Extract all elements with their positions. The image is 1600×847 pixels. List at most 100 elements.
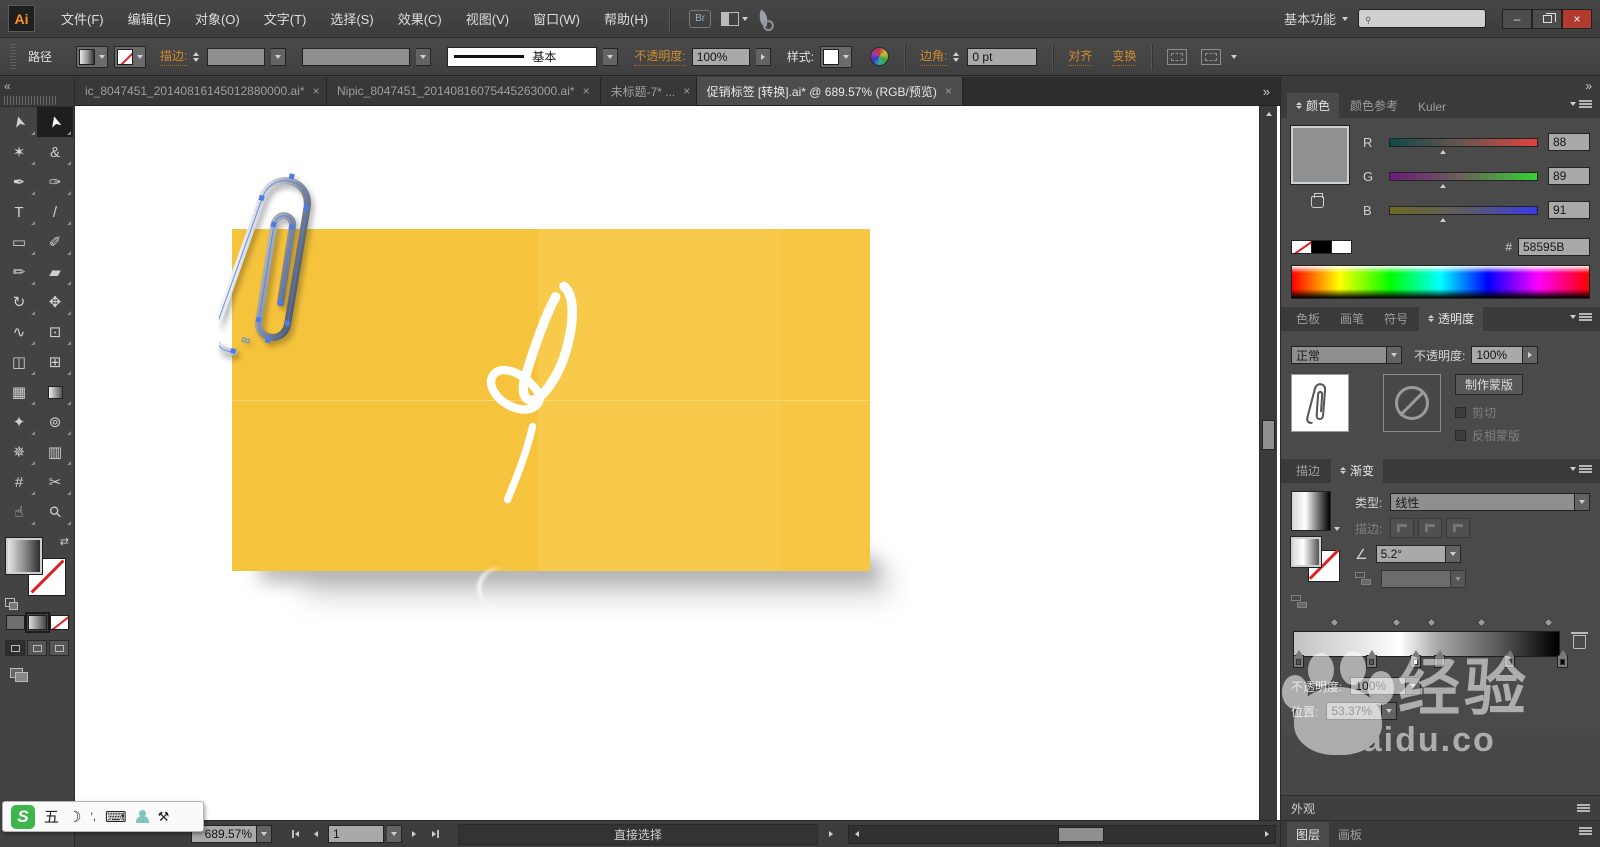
- gradient-midpoint[interactable]: [1329, 617, 1340, 628]
- menu-object[interactable]: 对象(O): [183, 0, 252, 37]
- red-slider[interactable]: [1389, 137, 1538, 154]
- mask-thumbnail-disabled[interactable]: [1383, 374, 1441, 432]
- punctuation-icon[interactable]: ’,: [90, 811, 96, 823]
- collapse-toolbar-icon[interactable]: «: [4, 79, 11, 93]
- isolate-selected-icon[interactable]: [1167, 48, 1188, 65]
- horizontal-scrollbar[interactable]: [848, 824, 1276, 844]
- gradient-stop[interactable]: [1556, 650, 1568, 668]
- white-swatch[interactable]: [1331, 240, 1352, 254]
- blend-mode-dd[interactable]: [1387, 346, 1402, 364]
- paperclip-artwork-selected[interactable]: ∞: [211, 148, 339, 386]
- sogou-logo[interactable]: S: [11, 804, 35, 829]
- gradient-stop[interactable]: [1366, 650, 1378, 668]
- none-swatch[interactable]: [1291, 240, 1312, 254]
- clip-checkbox[interactable]: [1455, 407, 1466, 418]
- reverse-gradient-icon[interactable]: [1291, 595, 1309, 609]
- tab-swatches[interactable]: 色板: [1287, 306, 1329, 331]
- tab-kuler[interactable]: Kuler: [1409, 96, 1455, 118]
- black-swatch[interactable]: [1311, 240, 1332, 254]
- line-segment-tool[interactable]: /: [37, 197, 73, 227]
- gradient-stop[interactable]: [1433, 650, 1445, 668]
- panel-menu-button[interactable]: [1579, 827, 1592, 835]
- artboard-number-field[interactable]: 1: [328, 825, 384, 843]
- corner-value[interactable]: 0 pt: [967, 47, 1038, 66]
- tab-gradient[interactable]: 渐变: [1331, 458, 1384, 483]
- input-method-bar[interactable]: S 五 ☽ ’, ⌨ ⚒: [2, 801, 204, 832]
- rectangle-tool[interactable]: ▭: [1, 227, 37, 257]
- opacity-label[interactable]: 不透明度:: [634, 47, 686, 66]
- search-input[interactable]: ⌕: [1358, 9, 1486, 28]
- gradient-midpoint[interactable]: [1391, 617, 1402, 628]
- width-profile-dropdown[interactable]: [302, 47, 411, 66]
- gradient-fill-stroke-proxy[interactable]: [1290, 536, 1343, 583]
- pen-tool[interactable]: ✒: [1, 167, 37, 197]
- menu-help[interactable]: 帮助(H): [592, 0, 660, 37]
- tab-stroke[interactable]: 描边: [1287, 458, 1329, 483]
- current-color-swatch[interactable]: [1290, 125, 1350, 185]
- zoom-dd[interactable]: [257, 825, 272, 843]
- ime-mode-label[interactable]: 五: [44, 806, 59, 827]
- transform-link[interactable]: 变换: [1112, 47, 1137, 66]
- width-tool[interactable]: ∿: [1, 317, 37, 347]
- minimize-button[interactable]: –: [1502, 8, 1532, 29]
- paintbrush-tool[interactable]: ✐: [37, 227, 73, 257]
- free-transform-tool[interactable]: ⊡: [37, 317, 73, 347]
- close-icon[interactable]: ×: [583, 84, 590, 98]
- pencil-tool[interactable]: ✏: [1, 257, 37, 287]
- zoom-tool[interactable]: ⚲: [37, 497, 73, 527]
- horizontal-scroll-thumb[interactable]: [1057, 826, 1104, 842]
- document-tab-3[interactable]: 未标题-7* ... ×: [600, 77, 697, 105]
- none-button[interactable]: [49, 615, 69, 630]
- blend-tool[interactable]: ⊚: [37, 407, 73, 437]
- stop-opacity-dd[interactable]: [1406, 677, 1422, 695]
- gradient-along-stroke-button[interactable]: [1418, 518, 1443, 538]
- chevron-down-icon[interactable]: [1334, 527, 1340, 531]
- draw-behind-button[interactable]: [27, 640, 47, 656]
- arrange-documents-button[interactable]: [721, 11, 749, 26]
- restore-button[interactable]: [1532, 8, 1562, 29]
- gradient-bar[interactable]: [1293, 631, 1560, 657]
- gradient-stop-selected[interactable]: [1410, 650, 1422, 668]
- stroke-weight-label[interactable]: 描边:: [160, 47, 188, 66]
- bridge-button[interactable]: Br: [689, 9, 712, 28]
- swap-fill-stroke-icon[interactable]: ⇄: [60, 535, 69, 548]
- close-button[interactable]: ×: [1562, 8, 1592, 29]
- panel-menu-button[interactable]: [1570, 313, 1592, 321]
- angle-dd[interactable]: [1445, 545, 1461, 563]
- style-dropdown[interactable]: [820, 45, 853, 68]
- default-fill-stroke-icon[interactable]: [5, 598, 18, 610]
- panel-menu-button[interactable]: [1570, 465, 1592, 473]
- corner-stepper[interactable]: [953, 51, 960, 62]
- gradient-button[interactable]: [24, 612, 50, 633]
- close-icon[interactable]: ×: [683, 84, 690, 98]
- type-tool[interactable]: T: [1, 197, 37, 227]
- stop-position-dd[interactable]: [1382, 702, 1398, 720]
- magic-wand-tool[interactable]: ✶: [1, 137, 37, 167]
- opacity-dd[interactable]: [1523, 346, 1539, 364]
- scale-tool[interactable]: ✥: [37, 287, 73, 317]
- stroke-color-dropdown[interactable]: [114, 45, 147, 68]
- recolor-artwork-icon[interactable]: [870, 47, 890, 66]
- lasso-tool[interactable]: &: [37, 137, 73, 167]
- menu-select[interactable]: 选择(S): [318, 0, 385, 37]
- stroke-weight-value[interactable]: [207, 47, 266, 66]
- eyedropper-tool[interactable]: ✦: [1, 407, 37, 437]
- user-icon[interactable]: [135, 810, 149, 823]
- appearance-panel-header[interactable]: 外观: [1281, 795, 1600, 820]
- slider-handle[interactable]: [1439, 183, 1446, 188]
- document-tab-2[interactable]: Nipic_8047451_20140816075445263000.ai* ×: [327, 77, 601, 105]
- gradient-stop[interactable]: [1503, 650, 1515, 668]
- draw-normal-button[interactable]: [5, 640, 25, 656]
- close-icon[interactable]: ×: [945, 84, 952, 98]
- tab-transparency[interactable]: 透明度: [1419, 306, 1484, 331]
- close-icon[interactable]: ×: [313, 84, 320, 98]
- hand-tool[interactable]: ☝: [1, 497, 37, 527]
- menu-type[interactable]: 文字(T): [252, 0, 319, 37]
- shape-builder-tool[interactable]: ◫: [1, 347, 37, 377]
- stop-opacity-field[interactable]: 100%: [1350, 677, 1407, 695]
- last-artboard-button[interactable]: [426, 826, 444, 842]
- blob-brush-tool[interactable]: ✑: [37, 167, 73, 197]
- stroke-weight-dd[interactable]: [271, 47, 287, 66]
- gradient-angle-field[interactable]: 5.2°: [1375, 545, 1446, 563]
- opacity-dd[interactable]: [755, 47, 771, 66]
